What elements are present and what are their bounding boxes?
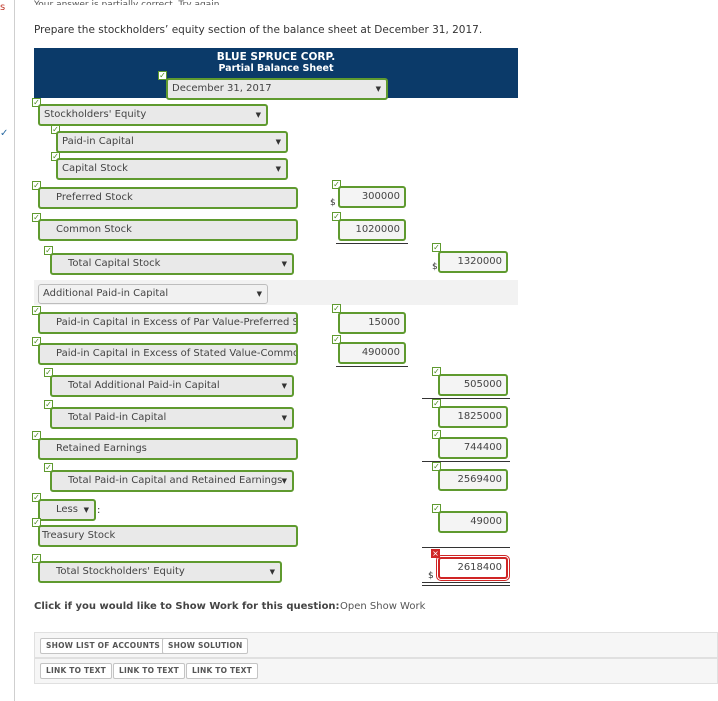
question-prompt: Prepare the stockholders’ equity section…	[34, 24, 483, 36]
select-value: Total Stockholders' Equity	[56, 566, 185, 577]
left-divider	[14, 0, 15, 701]
field-label: Preferred Stock	[56, 192, 133, 203]
preferred-stock-field[interactable]: Preferred Stock	[38, 187, 298, 209]
select-value: Total Paid-in Capital and Retained Earni…	[68, 475, 283, 486]
dropdown-arrow-icon: ▼	[375, 85, 381, 93]
field-label: Retained Earnings	[56, 443, 147, 454]
retained-earnings-amount[interactable]: 744400	[438, 437, 508, 459]
company-name: BLUE SPRUCE CORP.	[216, 51, 336, 63]
underline	[336, 243, 408, 244]
select-value: Stockholders' Equity	[44, 109, 147, 120]
select-value: Total Additional Paid-in Capital	[68, 380, 220, 391]
select-value: Total Capital Stock	[68, 258, 161, 269]
less-colon: :	[97, 505, 101, 516]
dropdown-arrow-icon: ▼	[256, 290, 262, 298]
common-stock-field[interactable]: Common Stock	[38, 219, 298, 241]
show-solution-button[interactable]: SHOW SOLUTION	[162, 638, 249, 654]
link-to-text-button-2[interactable]: LINK TO TEXT	[113, 663, 185, 679]
total-additional-pic-amount[interactable]: 505000	[438, 374, 508, 396]
pic-common-field[interactable]: Paid-in Capital in Excess of Stated Valu…	[38, 343, 298, 365]
field-label: Paid-in Capital in Excess of Stated Valu…	[56, 348, 298, 359]
total-capital-stock-select[interactable]: Total Capital Stock ▼	[50, 253, 294, 275]
total-se-amount[interactable]: 2618400	[436, 555, 510, 581]
additional-pic-select[interactable]: Additional Paid-in Capital ▼	[38, 284, 268, 304]
date-select[interactable]: December 31, 2017 ▼	[166, 78, 388, 100]
link-to-text-button-1[interactable]: LINK TO TEXT	[40, 663, 112, 679]
edge-letter: s	[0, 2, 6, 13]
less-select[interactable]: Less ▼	[38, 499, 96, 521]
common-stock-amount[interactable]: 1020000	[338, 219, 406, 241]
statement-title: Partial Balance Sheet	[218, 63, 334, 74]
pic-preferred-amount[interactable]: 15000	[338, 312, 406, 334]
underline	[422, 547, 510, 548]
treasury-stock-amount[interactable]: 49000	[438, 511, 508, 533]
select-value: Less	[56, 504, 78, 515]
dropdown-arrow-icon: ▼	[255, 111, 261, 119]
preferred-stock-amount[interactable]: 300000	[338, 186, 406, 208]
dropdown-arrow-icon: ▼	[275, 165, 281, 173]
underline	[336, 366, 408, 367]
treasury-stock-field[interactable]: Treasury Stock	[38, 525, 298, 547]
dropdown-arrow-icon: ▼	[83, 506, 89, 514]
edge-check-icon: ✓	[0, 128, 9, 139]
date-select-value: December 31, 2017	[172, 83, 272, 94]
dropdown-arrow-icon: ▼	[269, 568, 275, 576]
dollar-sign: $	[428, 571, 434, 581]
feedback-message: Your answer is partially correct. Try ag…	[34, 0, 223, 5]
total-pic-re-select[interactable]: Total Paid-in Capital and Retained Earni…	[50, 470, 294, 492]
double-underline	[422, 582, 510, 586]
total-pic-re-amount[interactable]: 2569400	[438, 469, 508, 491]
open-show-work-link[interactable]: Open Show Work	[340, 601, 425, 612]
dropdown-arrow-icon: ▼	[275, 138, 281, 146]
total-pic-select[interactable]: Total Paid-in Capital ▼	[50, 407, 294, 429]
paid-in-capital-select[interactable]: Paid-in Capital ▼	[56, 131, 288, 153]
dropdown-arrow-icon: ▼	[281, 382, 287, 390]
select-value: Total Paid-in Capital	[68, 412, 167, 423]
select-value: Paid-in Capital	[62, 136, 134, 147]
total-capital-stock-amount[interactable]: 1320000	[438, 251, 508, 273]
field-label: Treasury Stock	[42, 530, 116, 541]
dollar-sign: $	[432, 262, 438, 272]
show-work-prompt: Click if you would like to Show Work for…	[34, 601, 340, 612]
total-pic-amount[interactable]: 1825000	[438, 406, 508, 428]
pic-common-amount[interactable]: 490000	[338, 342, 406, 364]
select-value: Additional Paid-in Capital	[43, 288, 169, 299]
total-additional-pic-select[interactable]: Total Additional Paid-in Capital ▼	[50, 375, 294, 397]
pic-preferred-field[interactable]: Paid-in Capital in Excess of Par Value-P…	[38, 312, 298, 334]
stockholders-equity-select[interactable]: Stockholders' Equity ▼	[38, 104, 268, 126]
dropdown-arrow-icon: ▼	[281, 477, 287, 485]
dollar-sign: $	[330, 198, 336, 208]
total-se-select[interactable]: Total Stockholders' Equity ▼	[38, 561, 282, 583]
field-label: Paid-in Capital in Excess of Par Value-P…	[56, 317, 298, 328]
link-to-text-button-3[interactable]: LINK TO TEXT	[186, 663, 258, 679]
field-label: Common Stock	[56, 224, 132, 235]
solution-toolbar: SHOW LIST OF ACCOUNTS SHOW SOLUTION	[34, 632, 718, 658]
dropdown-arrow-icon: ▼	[281, 260, 287, 268]
link-toolbar: LINK TO TEXT LINK TO TEXT LINK TO TEXT	[34, 658, 718, 684]
show-list-of-accounts-button[interactable]: SHOW LIST OF ACCOUNTS	[40, 638, 167, 654]
capital-stock-select[interactable]: Capital Stock ▼	[56, 158, 288, 180]
dropdown-arrow-icon: ▼	[281, 414, 287, 422]
retained-earnings-field[interactable]: Retained Earnings	[38, 438, 298, 460]
select-value: Capital Stock	[62, 163, 128, 174]
